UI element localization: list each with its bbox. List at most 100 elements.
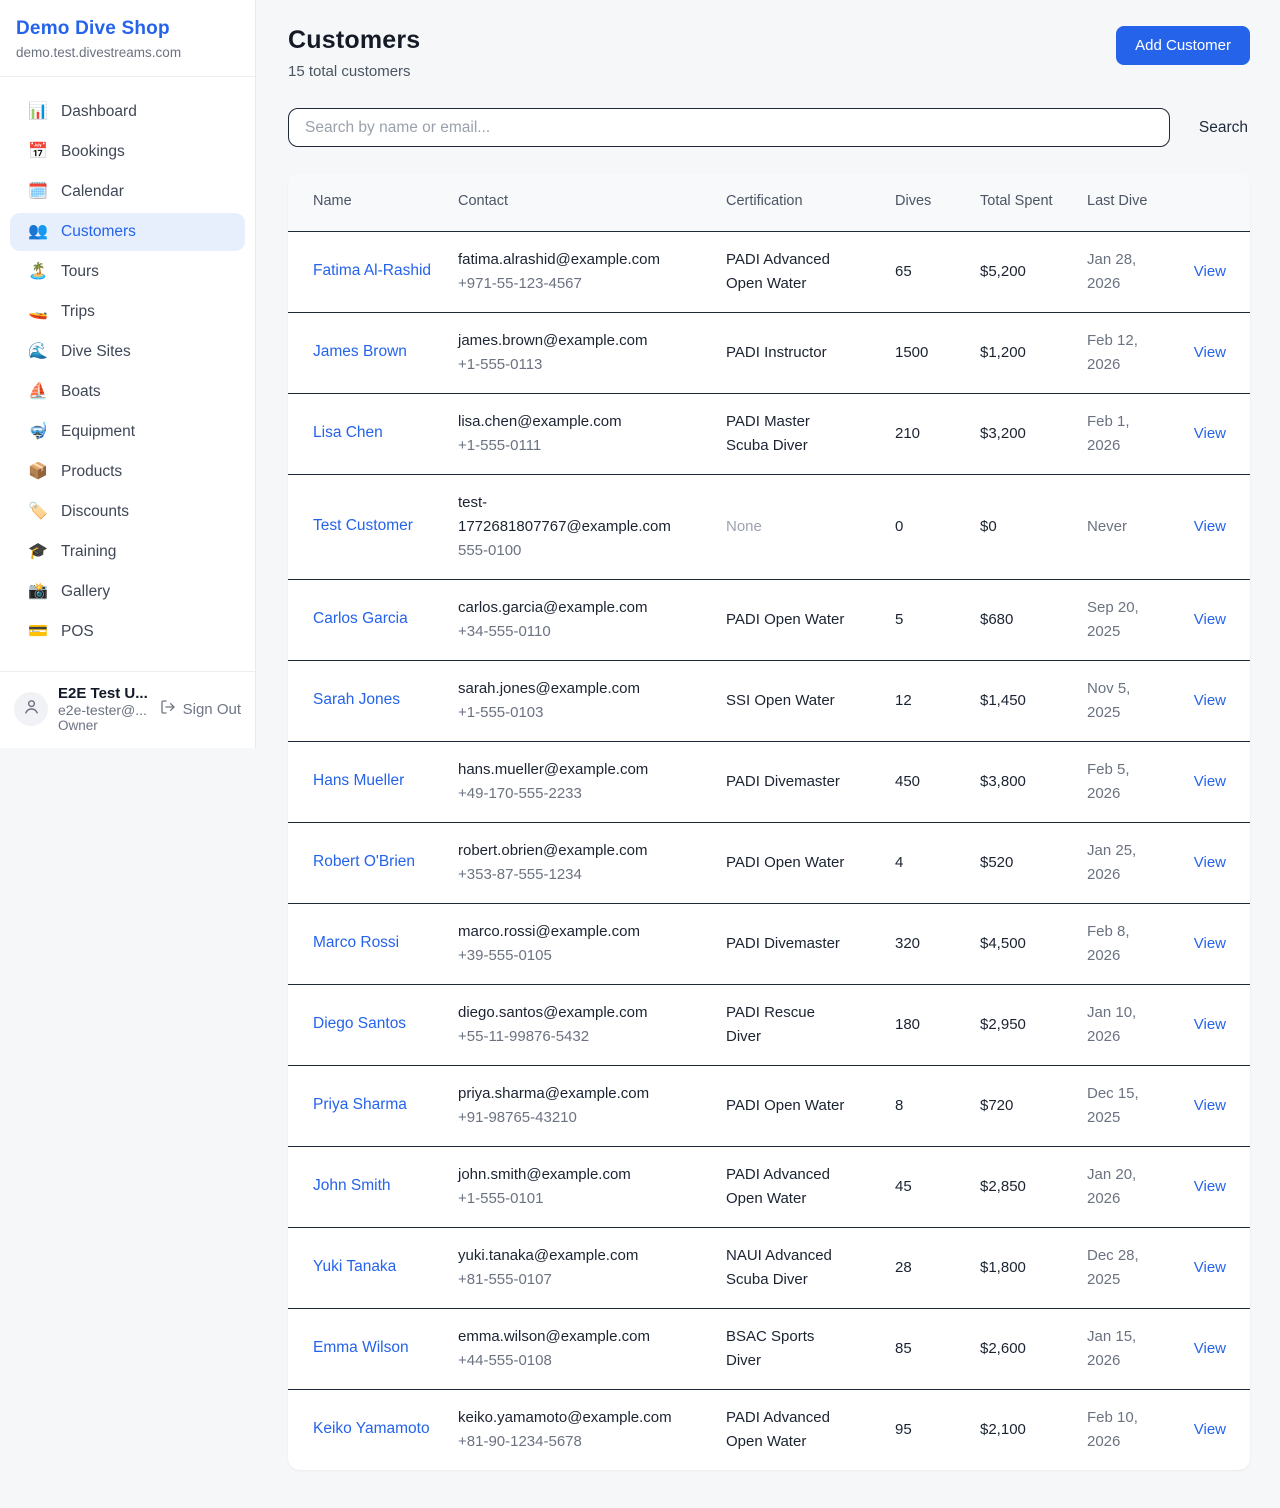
user-email: e2e-tester@...	[58, 702, 150, 718]
view-customer-link[interactable]: View	[1194, 344, 1226, 361]
customer-dives: 180	[895, 1016, 920, 1033]
customer-name-link[interactable]: Test Customer	[313, 517, 413, 534]
view-customer-link[interactable]: View	[1194, 773, 1226, 790]
customer-certification: PADI Divemaster	[726, 773, 840, 790]
sidebar-item-label: Gallery	[61, 583, 110, 601]
table-row: Lisa Chen lisa.chen@example.com +1-555-0…	[288, 393, 1250, 474]
sidebar-item-customers[interactable]: 👥 Customers	[10, 213, 245, 251]
sidebar-item-calendar[interactable]: 🗓️ Calendar	[10, 173, 245, 211]
search-button[interactable]: Search	[1197, 111, 1250, 145]
sidebar-item-label: POS	[61, 623, 94, 641]
sidebar-item-dive-sites[interactable]: 🌊 Dive Sites	[10, 333, 245, 371]
customer-dives: 65	[895, 263, 912, 280]
customer-name-link[interactable]: Sarah Jones	[313, 691, 400, 708]
products-package-icon: 📦	[28, 464, 48, 480]
customer-name-link[interactable]: Priya Sharma	[313, 1096, 407, 1113]
pos-credit-card-icon: 💳	[28, 624, 48, 640]
customer-certification: PADI Open Water	[726, 611, 844, 628]
customer-name-link[interactable]: Emma Wilson	[313, 1339, 409, 1356]
table-row: Fatima Al-Rashid fatima.alrashid@example…	[288, 231, 1250, 312]
view-customer-link[interactable]: View	[1194, 1178, 1226, 1195]
view-customer-link[interactable]: View	[1194, 1016, 1226, 1033]
customer-email: priya.sharma@example.com	[458, 1082, 678, 1106]
customer-name-link[interactable]: Fatima Al-Rashid	[313, 262, 431, 279]
add-customer-button[interactable]: Add Customer	[1116, 26, 1250, 65]
sidebar-item-label: Calendar	[61, 183, 124, 201]
sidebar-item-gallery[interactable]: 📸 Gallery	[10, 573, 245, 611]
customer-dives: 1500	[895, 344, 928, 361]
customer-name-link[interactable]: James Brown	[313, 343, 407, 360]
bookings-calendar-icon: 📅	[28, 144, 48, 160]
user-block: E2E Test U... e2e-tester@... Owner	[58, 685, 150, 733]
customer-total-spent: $2,850	[980, 1178, 1026, 1195]
customer-dives: 320	[895, 935, 920, 952]
sidebar-item-label: Tours	[61, 263, 99, 281]
customer-name-link[interactable]: Keiko Yamamoto	[313, 1420, 430, 1437]
customer-email: robert.obrien@example.com	[458, 839, 678, 863]
sidebar-item-label: Dive Sites	[61, 343, 131, 361]
sidebar-item-products[interactable]: 📦 Products	[10, 453, 245, 491]
customer-name-link[interactable]: Marco Rossi	[313, 934, 399, 951]
customer-last-dive: Jan 10, 2026	[1087, 1004, 1136, 1045]
column-header	[1192, 173, 1250, 231]
search-input[interactable]	[288, 108, 1170, 147]
sign-out-button[interactable]: Sign Out	[160, 699, 241, 719]
customer-name-link[interactable]: Diego Santos	[313, 1015, 406, 1032]
main-content: Customers 15 total customers Add Custome…	[256, 0, 1280, 1508]
customer-name-link[interactable]: John Smith	[313, 1177, 391, 1194]
customer-name-link[interactable]: Robert O'Brien	[313, 853, 415, 870]
table-row: Robert O'Brien robert.obrien@example.com…	[288, 822, 1250, 903]
customer-email: keiko.yamamoto@example.com	[458, 1406, 678, 1430]
sidebar-item-label: Products	[61, 463, 122, 481]
table-header-row: NameContactCertificationDivesTotal Spent…	[288, 173, 1250, 231]
customer-name-link[interactable]: Carlos Garcia	[313, 610, 408, 627]
view-customer-link[interactable]: View	[1194, 1259, 1226, 1276]
customer-name-link[interactable]: Yuki Tanaka	[313, 1258, 396, 1275]
table-header: NameContactCertificationDivesTotal Spent…	[288, 173, 1250, 231]
customer-name-link[interactable]: Lisa Chen	[313, 424, 383, 441]
customer-name-link[interactable]: Hans Mueller	[313, 772, 404, 789]
sidebar-item-training[interactable]: 🎓 Training	[10, 533, 245, 571]
sidebar-item-discounts[interactable]: 🏷️ Discounts	[10, 493, 245, 531]
table-row: Yuki Tanaka yuki.tanaka@example.com +81-…	[288, 1227, 1250, 1308]
sidebar-item-boats[interactable]: ⛵ Boats	[10, 373, 245, 411]
sidebar-item-equipment[interactable]: 🤿 Equipment	[10, 413, 245, 451]
sidebar-footer: E2E Test U... e2e-tester@... Owner Sign …	[0, 671, 255, 748]
customer-phone: +49-170-555-2233	[458, 782, 678, 806]
customer-certification: PADI Divemaster	[726, 935, 840, 952]
customer-dives: 12	[895, 692, 912, 709]
customer-phone: +1-555-0113	[458, 353, 678, 377]
dive-sites-wave-icon: 🌊	[28, 344, 48, 360]
view-customer-link[interactable]: View	[1194, 1421, 1226, 1438]
customer-last-dive: Feb 12, 2026	[1087, 332, 1138, 373]
view-customer-link[interactable]: View	[1194, 611, 1226, 628]
sidebar-item-tours[interactable]: 🏝️ Tours	[10, 253, 245, 291]
view-customer-link[interactable]: View	[1194, 1340, 1226, 1357]
customer-total-spent: $4,500	[980, 935, 1026, 952]
customer-certification: PADI Advanced Open Water	[726, 1166, 830, 1207]
customer-last-dive: Dec 28, 2025	[1087, 1247, 1139, 1288]
view-customer-link[interactable]: View	[1194, 263, 1226, 280]
shop-title: Demo Dive Shop	[16, 18, 239, 40]
customer-phone: +1-555-0101	[458, 1187, 678, 1211]
customer-email: john.smith@example.com	[458, 1163, 678, 1187]
customer-total-spent: $2,950	[980, 1016, 1026, 1033]
view-customer-link[interactable]: View	[1194, 425, 1226, 442]
sidebar-item-dashboard[interactable]: 📊 Dashboard	[10, 93, 245, 131]
sidebar-item-label: Discounts	[61, 503, 129, 521]
sidebar-item-pos[interactable]: 💳 POS	[10, 613, 245, 651]
view-customer-link[interactable]: View	[1194, 935, 1226, 952]
customer-phone: +353-87-555-1234	[458, 863, 678, 887]
customer-dives: 0	[895, 518, 903, 535]
customer-certification: SSI Open Water	[726, 692, 835, 709]
view-customer-link[interactable]: View	[1194, 854, 1226, 871]
customer-dives: 5	[895, 611, 903, 628]
view-customer-link[interactable]: View	[1194, 518, 1226, 535]
table-row: Emma Wilson emma.wilson@example.com +44-…	[288, 1308, 1250, 1389]
sidebar-item-trips[interactable]: 🚤 Trips	[10, 293, 245, 331]
customer-dives: 95	[895, 1421, 912, 1438]
sidebar-item-bookings[interactable]: 📅 Bookings	[10, 133, 245, 171]
view-customer-link[interactable]: View	[1194, 692, 1226, 709]
customer-phone: +81-555-0107	[458, 1268, 678, 1292]
view-customer-link[interactable]: View	[1194, 1097, 1226, 1114]
